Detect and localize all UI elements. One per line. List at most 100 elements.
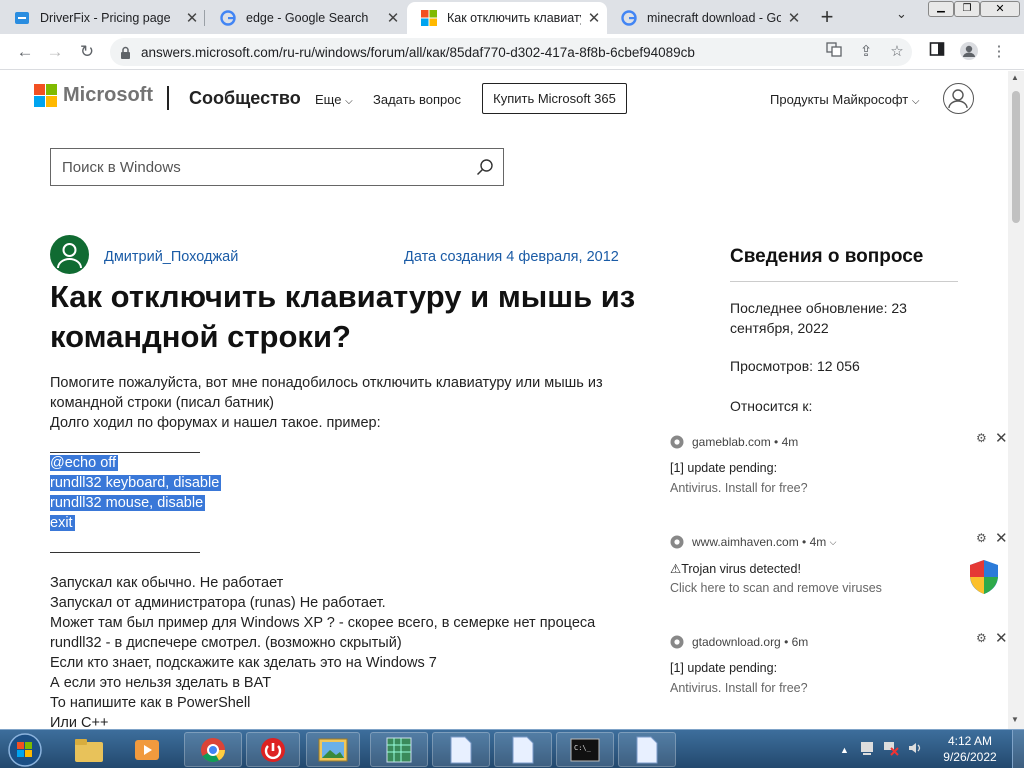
new-tab-button[interactable]: + [814,4,840,30]
code-line: exit [50,515,75,531]
command-prompt-taskbar-icon[interactable]: C:\_ [556,732,614,767]
start-button[interactable] [4,731,46,768]
notification-message: Click here to scan and remove viruses [670,581,882,595]
clock-date: 9/26/2022 [943,750,997,764]
spam-notification[interactable]: gtadownload.org • 6m [1] update pending:… [658,629,1008,719]
tab-driverfix[interactable]: DriverFix - Pricing page ✕ [0,2,205,34]
translate-icon[interactable] [823,41,845,63]
body-line: То напишите как в PowerShell [50,695,251,711]
notification-title: [1] update pending: [670,661,778,675]
views-count: Просмотров: 12 056 [730,358,860,374]
document-taskbar-icon[interactable] [618,732,676,767]
notification-message: Antivirus. Install for free? [670,481,808,495]
close-tab-icon[interactable]: ✕ [581,9,607,27]
community-link[interactable]: Сообщество [189,88,301,109]
power-app-taskbar-icon[interactable] [246,732,300,767]
action-center-flag-icon[interactable] [859,740,875,759]
scroll-down-arrow-icon[interactable]: ▼ [1011,715,1019,724]
scrollbar-thumb[interactable] [1012,91,1020,223]
menu-kebab-icon[interactable]: ⋮ [988,41,1010,63]
svg-text:C:\_: C:\_ [574,744,592,752]
minimize-button[interactable]: ▁ [928,1,954,17]
close-window-button[interactable]: ✕ [980,1,1020,17]
spam-notification[interactable]: www.aimhaven.com • 4m ⌵ ⚠Trojan virus de… [658,529,1008,619]
chrome-icon [670,635,684,649]
ask-question-link[interactable]: Задать вопрос [373,92,461,107]
body-line: Помогите пожалуйста, вот мне понадобилос… [50,375,603,391]
volume-icon[interactable] [907,740,923,759]
browser-toolbar: ← → ↻ answers.microsoft.com/ru-ru/window… [0,34,1024,70]
microsoft-wordmark: Microsoft [63,84,153,106]
image-viewer-taskbar-icon[interactable] [306,732,360,767]
maximize-button[interactable]: ❐ [954,1,980,17]
share-icon[interactable]: ⇪ [855,41,877,63]
close-icon[interactable]: ✕ [995,429,1008,447]
driverfix-favicon-icon [14,10,30,26]
notification-message: Antivirus. Install for free? [670,681,808,695]
close-tab-icon[interactable]: ✕ [380,9,406,27]
reload-icon[interactable]: ↻ [76,41,98,63]
window-controls: ▁ ❐ ✕ [928,1,1020,17]
tab-minecraft-search[interactable]: minecraft download - Go ✕ [607,2,807,34]
body-line: Если кто знает, подскажите как зделать э… [50,655,437,671]
gear-icon[interactable]: ⚙ [976,431,987,445]
url-text: answers.microsoft.com/ru-ru/windows/foru… [141,44,695,60]
clock-time: 4:12 AM [947,734,993,748]
microsoft-products-menu[interactable]: Продукты Майкрософт ⌵ [770,92,919,107]
windows-taskbar: C:\_ ▲ 4:12 AM 9/26/2022 [0,729,1024,768]
chrome-icon [670,535,684,549]
tab-edge-search[interactable]: edge - Google Search ✕ [206,2,406,34]
address-bar[interactable]: answers.microsoft.com/ru-ru/windows/foru… [110,38,912,66]
close-tab-icon[interactable]: ✕ [179,9,205,27]
applies-to-label: Относится к: [730,398,813,414]
tab-active-question[interactable]: Как отключить клавиату ✕ [407,2,607,34]
chrome-taskbar-icon[interactable] [184,732,242,767]
spam-notification[interactable]: gameblab.com • 4m [1] update pending: An… [658,429,1008,519]
gear-icon[interactable]: ⚙ [976,631,987,645]
network-icon[interactable] [883,740,899,759]
code-line: @echo off [50,455,119,471]
app-grid-taskbar-icon[interactable] [370,732,428,767]
document-taskbar-icon[interactable] [432,732,490,767]
buy-microsoft-365-button[interactable]: Купить Microsoft 365 [482,83,627,114]
body-line: Запускал как обычно. Не работает [50,575,284,591]
account-avatar-icon[interactable] [943,83,974,114]
scroll-up-arrow-icon[interactable]: ▲ [1011,73,1019,82]
side-panel-icon[interactable] [926,41,948,63]
close-icon[interactable]: ✕ [995,529,1008,547]
page-scrollbar[interactable]: ▲ ▼ [1008,71,1024,729]
lock-icon[interactable] [120,46,131,59]
bookmark-star-icon[interactable]: ☆ [886,41,908,63]
microsoft-logo-icon [34,84,57,107]
forward-arrow-icon[interactable]: → [44,41,66,63]
search-icon[interactable] [476,158,494,180]
body-line: rundll32 - в диспечере смотрел. (возможн… [50,635,402,651]
show-hidden-icons-icon[interactable]: ▲ [840,745,849,755]
system-tray: ▲ [840,730,923,768]
media-player-taskbar-icon[interactable] [120,732,174,767]
close-icon[interactable]: ✕ [995,629,1008,647]
show-desktop-button[interactable] [1012,730,1024,768]
microsoft-logo[interactable]: Microsoft [34,84,153,107]
google-favicon-icon [220,10,236,26]
microsoft-favicon-icon [421,10,437,26]
document-taskbar-icon[interactable] [494,732,552,767]
google-favicon-icon [621,10,637,26]
tab-search-chevron-icon[interactable]: ⌄ [896,6,907,22]
author-name-link[interactable]: Дмитрий_Походжай [104,249,238,265]
taskbar-clock[interactable]: 4:12 AM 9/26/2022 [938,733,1002,765]
profile-icon[interactable] [958,41,980,63]
search-input[interactable]: Поиск в Windows [50,148,504,186]
question-body: Помогите пожалуйста, вот мне понадобилос… [50,373,640,729]
created-date: Дата создания 4 февраля, 2012 [404,249,619,265]
separator-line [50,552,200,553]
more-menu[interactable]: Еще ⌵ [315,92,353,107]
gear-icon[interactable]: ⚙ [976,531,987,545]
back-arrow-icon[interactable]: ← [14,41,36,63]
file-explorer-taskbar-icon[interactable] [62,732,116,767]
close-tab-icon[interactable]: ✕ [781,9,807,27]
header-divider [167,86,169,110]
author-avatar[interactable] [50,235,89,274]
chrome-icon [670,435,684,449]
chevron-down-icon: ⌵ [911,96,920,107]
